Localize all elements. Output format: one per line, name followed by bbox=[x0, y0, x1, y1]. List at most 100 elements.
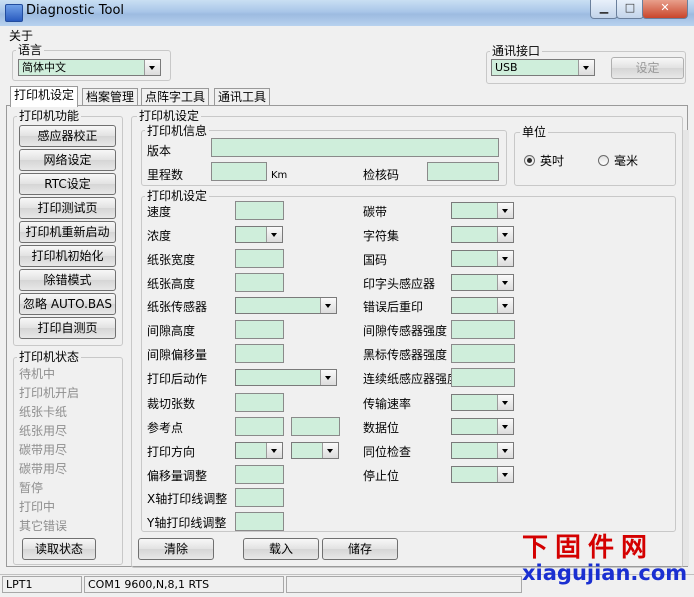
status-item: 碳带用尽 bbox=[19, 462, 68, 476]
setting-input[interactable] bbox=[451, 368, 515, 387]
setting-select[interactable] bbox=[235, 297, 337, 314]
language-value: 简体中文 bbox=[22, 61, 66, 74]
tab-bitmap-font-tool[interactable]: 点阵字工具 bbox=[141, 88, 210, 106]
chevron-down-icon bbox=[497, 227, 513, 242]
function-button[interactable]: 打印测试页 bbox=[19, 197, 116, 219]
comm-set-button[interactable]: 设定 bbox=[611, 57, 684, 79]
chevron-down-icon bbox=[320, 298, 336, 313]
setting-label: 浓度 bbox=[147, 229, 172, 243]
setting-input[interactable] bbox=[235, 393, 284, 412]
maximize-button[interactable]: □ bbox=[616, 0, 644, 19]
setting-label: 纸张传感器 bbox=[147, 300, 208, 314]
chevron-down-icon bbox=[497, 395, 513, 410]
unit-mm-radio[interactable] bbox=[598, 155, 609, 166]
tab-file-management[interactable]: 档案管理 bbox=[82, 88, 139, 106]
unit-inch-radio[interactable] bbox=[524, 155, 535, 166]
save-button[interactable]: 储存 bbox=[322, 538, 398, 560]
setting-select[interactable] bbox=[235, 226, 283, 243]
comm-select[interactable]: USB bbox=[491, 59, 595, 76]
setting-input[interactable] bbox=[451, 320, 515, 339]
setting-input[interactable] bbox=[235, 273, 284, 292]
function-button[interactable]: 忽略 AUTO.BAS bbox=[19, 293, 116, 315]
menu-about[interactable]: 关于 bbox=[9, 27, 33, 44]
setting-label: 停止位 bbox=[363, 469, 400, 483]
app-icon bbox=[5, 4, 23, 22]
read-status-button[interactable]: 读取状态 bbox=[22, 538, 96, 560]
load-button[interactable]: 载入 bbox=[243, 538, 319, 560]
setting-input[interactable] bbox=[235, 320, 284, 339]
setting-input[interactable] bbox=[235, 344, 284, 363]
chevron-down-icon bbox=[144, 60, 160, 75]
setting-select[interactable] bbox=[451, 250, 514, 267]
setting-label: 黑标传感器强度 bbox=[363, 348, 448, 362]
setting-input[interactable] bbox=[235, 201, 284, 220]
unit-mm-label: 毫米 bbox=[614, 154, 639, 168]
setting-select[interactable] bbox=[451, 274, 514, 291]
setting-select[interactable] bbox=[235, 369, 337, 386]
status-item: 碳带用尽 bbox=[19, 443, 68, 457]
function-button[interactable]: 打印机初始化 bbox=[19, 245, 116, 267]
setting-label: 间隙传感器强度 bbox=[363, 324, 448, 338]
minimize-button[interactable]: ▁ bbox=[590, 0, 618, 19]
settings-label: 打印机设定 bbox=[145, 189, 210, 203]
setting-label: 错误后重印 bbox=[363, 300, 424, 314]
setting-label: 字符集 bbox=[363, 229, 400, 243]
setting-label: 打印后动作 bbox=[147, 372, 208, 386]
status-item: 其它错误 bbox=[19, 519, 68, 533]
chevron-down-icon bbox=[266, 227, 282, 242]
setting-input[interactable] bbox=[235, 465, 284, 484]
status-item: 打印机开启 bbox=[19, 386, 80, 400]
function-button[interactable]: 打印自测页 bbox=[19, 317, 116, 339]
mileage-label: 里程数 bbox=[147, 168, 184, 182]
tab-comm-tool[interactable]: 通讯工具 bbox=[214, 88, 271, 106]
setting-label: 国码 bbox=[363, 253, 388, 267]
comm-label: 通讯接口 bbox=[490, 44, 543, 58]
setting-select[interactable] bbox=[451, 418, 514, 435]
function-button[interactable]: RTC设定 bbox=[19, 173, 116, 195]
setting-select[interactable] bbox=[235, 442, 283, 459]
setting-label: X轴打印线调整 bbox=[147, 492, 228, 506]
comm-value: USB bbox=[495, 61, 518, 74]
setting-input[interactable] bbox=[235, 249, 284, 268]
setting-input[interactable] bbox=[235, 488, 284, 507]
setting-select[interactable] bbox=[451, 297, 514, 314]
setting-select[interactable] bbox=[451, 466, 514, 483]
checksum-label: 检核码 bbox=[363, 168, 400, 182]
setting-select[interactable] bbox=[451, 394, 514, 411]
tab-printer-settings[interactable]: 打印机设定 bbox=[10, 86, 79, 107]
setting-input[interactable] bbox=[235, 417, 284, 436]
setting-label: 偏移量调整 bbox=[147, 469, 208, 483]
setting-label: 参考点 bbox=[147, 421, 184, 435]
setting-select[interactable] bbox=[451, 226, 514, 243]
checksum-field bbox=[427, 162, 499, 181]
function-button[interactable]: 网络设定 bbox=[19, 149, 116, 171]
setting-select[interactable] bbox=[291, 442, 339, 459]
statusbar-com: COM1 9600,N,8,1 RTS bbox=[84, 576, 284, 593]
function-button[interactable]: 感应器校正 bbox=[19, 125, 116, 147]
setting-select[interactable] bbox=[451, 202, 514, 219]
setting-input[interactable] bbox=[291, 417, 340, 436]
function-button[interactable]: 打印机重新启动 bbox=[19, 221, 116, 243]
close-button[interactable]: ✕ bbox=[642, 0, 688, 19]
language-select[interactable]: 简体中文 bbox=[18, 59, 161, 76]
status-item: 纸张用尽 bbox=[19, 424, 68, 438]
status-item: 待机中 bbox=[19, 367, 56, 381]
setting-label: 间隙高度 bbox=[147, 324, 196, 338]
settings-group bbox=[141, 196, 676, 532]
units-label: 单位 bbox=[520, 125, 549, 139]
scrollbar[interactable] bbox=[682, 130, 689, 566]
setting-select[interactable] bbox=[451, 442, 514, 459]
status-item: 纸张卡纸 bbox=[19, 405, 68, 419]
setting-label: 打印方向 bbox=[147, 445, 196, 459]
chevron-down-icon bbox=[578, 60, 594, 75]
setting-input[interactable] bbox=[235, 512, 284, 531]
setting-label: Y轴打印线调整 bbox=[147, 516, 227, 530]
window-title: Diagnostic Tool bbox=[26, 3, 125, 18]
chevron-down-icon bbox=[497, 298, 513, 313]
clear-button[interactable]: 清除 bbox=[138, 538, 214, 560]
watermark-cn: 下固件网 bbox=[522, 533, 655, 563]
setting-input[interactable] bbox=[451, 344, 515, 363]
function-button[interactable]: 除错模式 bbox=[19, 269, 116, 291]
setting-label: 裁切张数 bbox=[147, 397, 196, 411]
setting-label: 印字头感应器 bbox=[363, 277, 436, 291]
